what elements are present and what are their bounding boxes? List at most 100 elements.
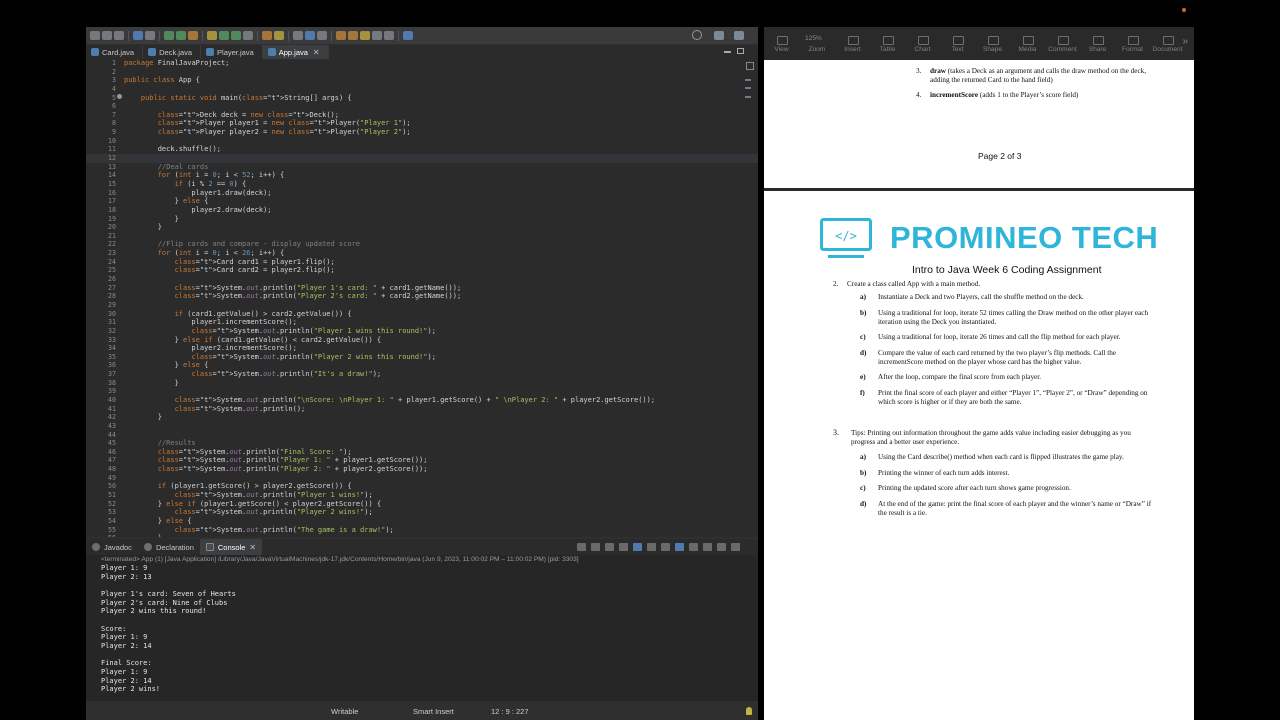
method-description: (takes a Deck as an argument and calls t…: [945, 67, 1147, 75]
editor-tabs: Card.java Deck.java Player.java App.java…: [86, 45, 758, 59]
toolbar-text-button[interactable]: Text: [940, 36, 975, 53]
save-icon[interactable]: [102, 31, 112, 40]
previous-annotation-icon[interactable]: [348, 31, 358, 40]
external-tools-icon[interactable]: [188, 31, 198, 40]
tab-player-java[interactable]: Player.java: [201, 45, 263, 59]
toolbar-share-button[interactable]: Share: [1080, 36, 1115, 53]
line-number: 34: [108, 344, 116, 353]
debug-icon[interactable]: [164, 31, 174, 40]
toggle-mark-icon[interactable]: [293, 31, 303, 40]
show-whitespace-icon[interactable]: [317, 31, 327, 40]
show-on-error-icon[interactable]: [661, 543, 670, 551]
maximize-icon[interactable]: [737, 48, 744, 54]
console-toolbar: [577, 543, 740, 551]
code-line: 54 } else {: [86, 517, 758, 526]
remove-all-icon[interactable]: [605, 543, 614, 551]
breakpoint-marker[interactable]: [117, 94, 122, 99]
terminal-icon[interactable]: [133, 31, 143, 40]
search-tool-icon[interactable]: [274, 31, 284, 40]
toolbar-document-button[interactable]: Document: [1150, 36, 1185, 53]
list-number: 3.: [916, 67, 922, 75]
new-java-project-icon[interactable]: [207, 31, 217, 40]
tab-declaration[interactable]: Declaration: [138, 539, 200, 555]
new-package-icon[interactable]: [219, 31, 229, 40]
code-editor[interactable]: 1 package FinalJavaProject; 2 3 public class…: [86, 59, 758, 537]
toolbar-comment-button[interactable]: Comment: [1045, 36, 1080, 53]
toolbar-media-button[interactable]: Media: [1010, 36, 1045, 53]
next-annotation-icon[interactable]: [336, 31, 346, 40]
code-line: 29: [86, 301, 758, 310]
tip-lightbulb-icon[interactable]: [746, 707, 752, 715]
java-perspective-icon[interactable]: [734, 31, 744, 40]
java-file-icon: [206, 48, 215, 56]
build-icon[interactable]: [243, 31, 253, 40]
toolbar-label: Media: [1018, 46, 1037, 53]
block-selection-icon[interactable]: [305, 31, 315, 40]
pin-editor-icon[interactable]: [403, 31, 413, 40]
toolbar-view-button[interactable]: View: [764, 36, 799, 53]
toolbar-label: Share: [1088, 46, 1107, 53]
word-wrap-icon[interactable]: [633, 543, 642, 551]
code-text: class="t">System.out.println("Player 1 w…: [174, 491, 373, 500]
code-text: class="t">System.out.println();: [174, 404, 306, 413]
toolbar-overflow-icon[interactable]: »: [1182, 36, 1188, 47]
tab-javadoc[interactable]: Javadoc: [86, 539, 138, 555]
line-number: 17: [108, 197, 116, 206]
tab-console[interactable]: Console ✕: [199, 539, 263, 555]
remove-launch-icon[interactable]: [591, 543, 600, 551]
line-number: 18: [108, 205, 116, 214]
open-type-icon[interactable]: [262, 31, 272, 40]
code-line: 16 player1.draw(deck);: [86, 189, 758, 198]
method-name: draw: [930, 67, 946, 75]
skip-icon[interactable]: [145, 31, 155, 40]
open-console-icon[interactable]: [703, 543, 712, 551]
toolbar-shape-button[interactable]: Shape: [975, 36, 1010, 53]
toolbar-table-button[interactable]: Table: [870, 36, 905, 53]
show-on-output-icon[interactable]: [647, 543, 656, 551]
line-number: 31: [108, 318, 116, 327]
toolbar-insert-button[interactable]: Insert: [835, 36, 870, 53]
pin-console-icon[interactable]: [675, 543, 684, 551]
sub-item-letter: e): [860, 373, 866, 381]
close-icon[interactable]: ✕: [249, 543, 256, 552]
tab-deck-java[interactable]: Deck.java: [143, 45, 202, 59]
code-line: 49: [86, 474, 758, 483]
save-all-icon[interactable]: [114, 31, 124, 40]
forward-icon[interactable]: [384, 31, 394, 40]
console-launch-path: <terminated> App (1) [Java Application] …: [101, 556, 579, 563]
maximize-icon[interactable]: [731, 543, 740, 551]
search-icon[interactable]: [692, 30, 702, 40]
console-line: Player 1's card: Seven of Hearts: [101, 589, 236, 598]
run-icon[interactable]: [176, 31, 186, 40]
tab-app-java[interactable]: App.java ✕: [262, 45, 329, 59]
tab-card-java[interactable]: Card.java: [86, 45, 144, 59]
toolbar-format-button[interactable]: Format: [1115, 36, 1150, 53]
code-text: } else if (player1.getScore() < player2.…: [124, 499, 382, 508]
minimize-icon[interactable]: [724, 51, 731, 53]
scroll-lock-icon[interactable]: [619, 543, 628, 551]
new-file-icon[interactable]: [90, 31, 100, 40]
sub-item-letter: a): [860, 453, 866, 461]
last-edit-icon[interactable]: [360, 31, 370, 40]
tab-label: Console: [217, 542, 246, 552]
close-icon[interactable]: ✕: [313, 48, 320, 57]
tab-label: Player.java: [217, 47, 254, 57]
line-number: 24: [108, 257, 116, 266]
view-menu-icon[interactable]: [717, 543, 726, 551]
toolbar-chart-button[interactable]: Chart: [905, 36, 940, 53]
perspective-icon[interactable]: [714, 31, 724, 40]
sub-item-text: the result is a tie.: [878, 508, 927, 517]
back-icon[interactable]: [372, 31, 382, 40]
display-console-icon[interactable]: [689, 543, 698, 551]
code-line: 26: [86, 275, 758, 284]
console-view[interactable]: <terminated> App (1) [Java Application] …: [86, 555, 758, 701]
new-class-icon[interactable]: [231, 31, 241, 40]
overview-ruler[interactable]: [744, 59, 752, 537]
line-number: 43: [108, 421, 116, 430]
line-number: 4: [112, 84, 116, 93]
line-number: 23: [108, 249, 116, 258]
toolbar-zoom[interactable]: 125% Zoom: [799, 35, 835, 53]
terminate-icon[interactable]: [577, 543, 586, 551]
console-line: Final Score:: [101, 659, 152, 668]
